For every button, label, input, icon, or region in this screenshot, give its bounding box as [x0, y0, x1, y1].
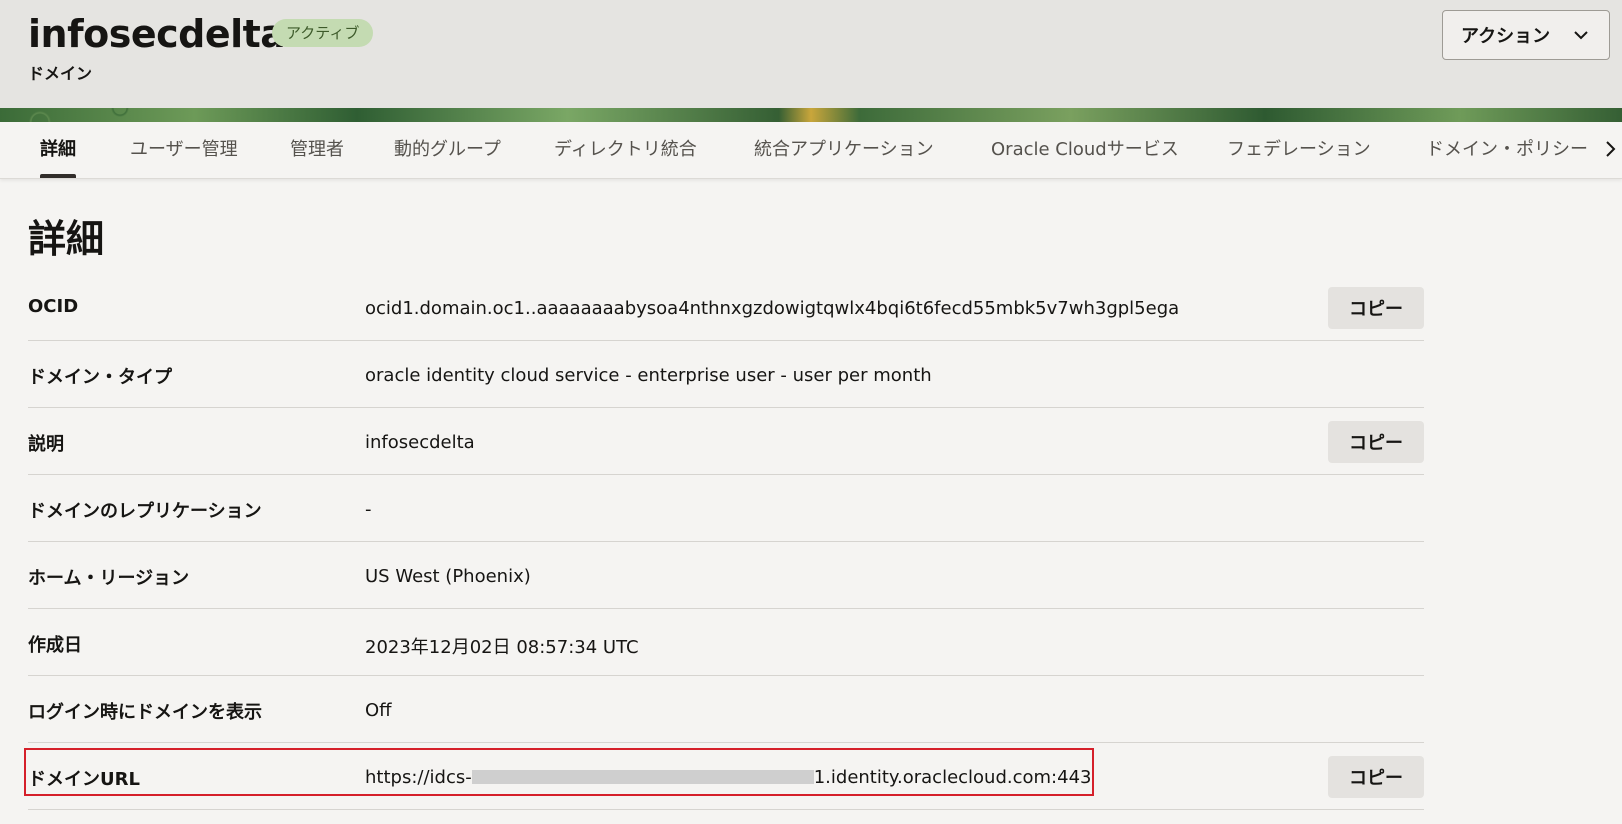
- detail-row-created: 作成日 2023年12月02日 08:57:34 UTC: [28, 609, 1424, 676]
- detail-value: ocid1.domain.oc1..aaaaaaaabysoa4nthnxgzd…: [365, 298, 1180, 319]
- tab-dynamic-groups[interactable]: 動的グループ: [394, 122, 501, 178]
- detail-label: ドメインのレプリケーション: [28, 501, 262, 522]
- detail-label: ホーム・リージョン: [28, 568, 190, 589]
- detail-label: 作成日: [28, 635, 82, 656]
- detail-label: ログイン時にドメインを表示: [28, 702, 262, 723]
- tab-integrated-applications[interactable]: 統合アプリケーション: [754, 122, 934, 178]
- detail-value: Off: [365, 700, 392, 721]
- tab-administrators[interactable]: 管理者: [290, 122, 344, 178]
- actions-menu-label: アクション: [1461, 26, 1551, 47]
- detail-label: ドメイン・タイプ: [28, 367, 172, 388]
- detail-row-description: 説明 infosecdelta コピー: [28, 408, 1424, 475]
- tab-details[interactable]: 詳細: [40, 122, 76, 178]
- tab-federation[interactable]: フェデレーション: [1227, 122, 1371, 178]
- detail-value: -: [365, 499, 372, 520]
- tab-oracle-cloud-services[interactable]: Oracle Cloudサービス: [991, 122, 1179, 178]
- detail-value: oracle identity cloud service - enterpri…: [365, 365, 932, 386]
- detail-label: 説明: [28, 434, 64, 455]
- section-title: 詳細: [28, 217, 105, 261]
- highlight-annotation: [24, 748, 1094, 796]
- tab-bar: 詳細 ユーザー管理 管理者 動的グループ ディレクトリ統合 統合アプリケーション…: [0, 122, 1622, 179]
- page-subtitle: ドメイン: [28, 64, 93, 83]
- tab-domain-policies[interactable]: ドメイン・ポリシー: [1426, 122, 1588, 178]
- detail-row-ocid: OCID ocid1.domain.oc1..aaaaaaaabysoa4nth…: [28, 274, 1424, 341]
- detail-label: OCID: [28, 296, 79, 317]
- copy-description-button[interactable]: コピー: [1328, 421, 1424, 463]
- tab-user-management[interactable]: ユーザー管理: [130, 122, 238, 178]
- detail-row-home-region: ホーム・リージョン US West (Phoenix): [28, 542, 1424, 609]
- chevron-down-icon: [1574, 31, 1588, 40]
- decorative-banner: [0, 108, 1622, 122]
- page-title: infosecdelta: [28, 12, 286, 56]
- chevron-right-icon[interactable]: [1604, 140, 1616, 158]
- detail-value: US West (Phoenix): [365, 566, 531, 587]
- detail-row-replication: ドメインのレプリケーション -: [28, 475, 1424, 542]
- detail-value: infosecdelta: [365, 432, 475, 453]
- detail-row-domain-type: ドメイン・タイプ oracle identity cloud service -…: [28, 341, 1424, 408]
- detail-value: 2023年12月02日 08:57:34 UTC: [365, 637, 639, 658]
- copy-ocid-button[interactable]: コピー: [1328, 287, 1424, 329]
- detail-row-show-on-login: ログイン時にドメインを表示 Off: [28, 676, 1424, 743]
- status-badge: アクティブ: [272, 19, 374, 47]
- copy-domain-url-button[interactable]: コピー: [1328, 756, 1424, 798]
- page-header: infosecdelta アクティブ ドメイン アクション: [0, 0, 1622, 108]
- tab-directory-integration[interactable]: ディレクトリ統合: [554, 122, 697, 178]
- actions-menu-button[interactable]: アクション: [1442, 10, 1610, 60]
